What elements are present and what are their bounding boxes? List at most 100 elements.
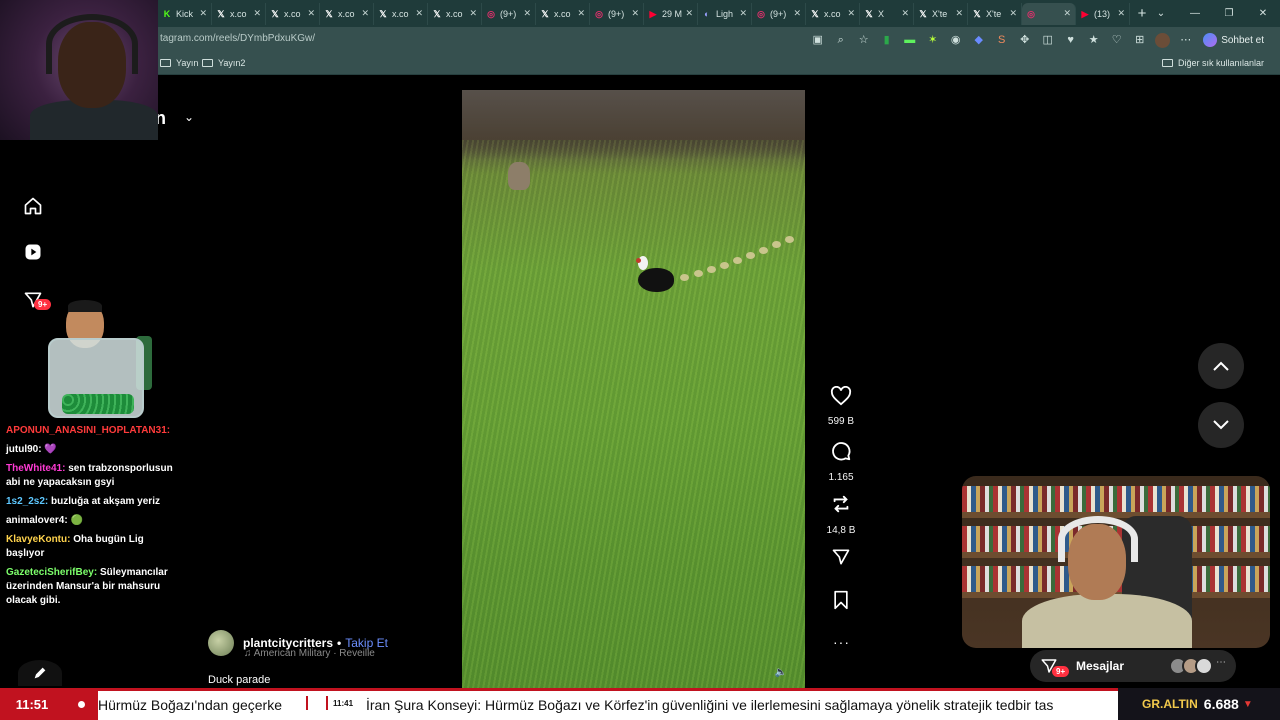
close-tab-icon[interactable]: ✕ — [307, 8, 315, 19]
messages-button[interactable]: 9+ Mesajlar ⋯ — [1030, 650, 1236, 682]
extension-icon[interactable]: ◉ — [948, 33, 963, 48]
ticker-headline: Hürmüz Boğazı'ndan geçerke — [98, 697, 282, 713]
previous-reel-button[interactable] — [1198, 343, 1244, 389]
browser-tab[interactable]: 𝕏x.co ✕ — [806, 2, 860, 25]
bookmark-label: Yayın2 — [218, 58, 246, 68]
close-tab-icon[interactable]: ✕ — [577, 8, 585, 19]
chevron-down-icon[interactable]: ⌄ — [184, 110, 194, 124]
audio-track[interactable]: ♫ American Military · Reveille — [244, 648, 375, 659]
like-button[interactable]: 599 B — [826, 385, 856, 427]
repost-button[interactable]: 14,8 B — [826, 493, 856, 536]
minimize-button[interactable]: — — [1178, 8, 1212, 19]
browser-tab[interactable]: ▶ 29 M ✕ — [644, 2, 698, 25]
browser-tab[interactable]: 𝕏x.co ✕ — [266, 2, 320, 25]
browser-tab[interactable]: 𝕏x.co ✕ — [212, 2, 266, 25]
close-tab-icon[interactable]: ✕ — [631, 8, 639, 19]
browser-tab[interactable]: ◎ (9+) ✕ — [482, 2, 536, 25]
video-grass — [462, 140, 805, 690]
close-tab-icon[interactable]: ✕ — [361, 8, 369, 19]
close-tab-icon[interactable]: ✕ — [739, 8, 747, 19]
close-tab-icon[interactable]: ✕ — [685, 8, 693, 19]
browser-tab[interactable]: K Kick ✕ — [158, 2, 212, 25]
browser-tab[interactable]: 𝕏 X'te ✕ — [968, 2, 1022, 25]
gold-price-box: GR.ALTIN 6.688 ▼ — [1118, 688, 1280, 720]
reels-icon[interactable] — [22, 241, 44, 263]
comment-count: 1.165 — [828, 472, 854, 483]
chat-username[interactable]: KlavyeKontu: — [6, 534, 70, 545]
browser-tab[interactable]: 𝕏x.co ✕ — [428, 2, 482, 25]
extension-icon[interactable]: ◆ — [971, 33, 986, 48]
puzzle-extensions-icon[interactable]: ✥ — [1017, 33, 1032, 48]
maximize-button[interactable]: ❐ — [1212, 8, 1246, 19]
home-icon[interactable] — [22, 195, 44, 217]
favorite-star-icon[interactable]: ☆ — [856, 33, 871, 48]
duckling — [680, 274, 689, 281]
x-icon: 𝕏 — [217, 8, 225, 19]
close-tab-icon[interactable]: ✕ — [793, 8, 801, 19]
other-bookmarks[interactable]: Diğer sık kullanılanlar — [1161, 58, 1264, 68]
close-tab-icon[interactable]: ✕ — [1063, 8, 1071, 19]
tab-search-icon[interactable]: ⌄ — [1144, 8, 1178, 19]
more-menu-icon[interactable]: ⋯ — [1178, 33, 1193, 48]
extension-icon[interactable]: ✶ — [925, 33, 940, 48]
browser-tab[interactable]: ◎ ✕ — [1022, 2, 1076, 25]
browser-tab[interactable]: ◎ (9+) ✕ — [752, 2, 806, 25]
author-avatar[interactable] — [208, 630, 234, 656]
profile-avatar[interactable] — [1155, 32, 1171, 48]
volume-icon[interactable]: 🔈 — [775, 667, 787, 678]
browser-tab[interactable]: ▶ (13) ✕ — [1076, 2, 1130, 25]
like-count: 599 B — [827, 416, 855, 427]
pen-icon[interactable] — [18, 660, 62, 686]
chat-username[interactable]: TheWhite41: — [6, 463, 65, 474]
extension-icon[interactable]: ▮ — [879, 33, 894, 48]
reader-mode-icon[interactable]: ▣ — [810, 33, 825, 48]
duckling — [759, 247, 768, 254]
browser-tab[interactable]: ◎ (9+) ✕ — [590, 2, 644, 25]
bookmark-yayin[interactable]: Yayın — [160, 58, 198, 68]
browser-tab[interactable]: ◐ Ligh ✕ — [698, 2, 752, 25]
url-field[interactable]: tagram.com/reels/DYmbPdxuKGw/ — [160, 33, 315, 44]
bookmark-yayin2[interactable]: Yayın2 — [202, 58, 245, 68]
chat-text: buzluğa at akşam yeriz — [51, 496, 160, 507]
extension-icon[interactable]: S — [994, 33, 1009, 48]
chat-username[interactable]: APONUN_ANASINI_HOPLATAN31: — [6, 425, 170, 436]
close-tab-icon[interactable]: ✕ — [901, 8, 909, 19]
reel-video[interactable]: 🔈 — [462, 90, 805, 690]
close-tab-icon[interactable]: ✕ — [469, 8, 477, 19]
favorites-icon[interactable]: ★ — [1086, 33, 1101, 48]
live-dot-icon — [64, 688, 98, 720]
save-button[interactable] — [826, 590, 856, 615]
chat-username[interactable]: jutul90: — [6, 444, 42, 455]
close-tab-icon[interactable]: ✕ — [955, 8, 963, 19]
chat-username[interactable]: GazeteciSherifBey: — [6, 567, 97, 578]
close-tab-icon[interactable]: ✕ — [1117, 8, 1125, 19]
browser-tab[interactable]: 𝕏 X'te ✕ — [914, 2, 968, 25]
browser-essentials-icon[interactable]: ♥ — [1063, 33, 1078, 48]
tab-label: x.co — [284, 8, 301, 19]
browser-tab[interactable]: 𝕏 X ✕ — [860, 2, 914, 25]
close-window-button[interactable]: ✕ — [1246, 8, 1280, 19]
extension-icon[interactable]: ▬ — [902, 33, 917, 48]
close-tab-icon[interactable]: ✕ — [523, 8, 531, 19]
next-reel-button[interactable] — [1198, 402, 1244, 448]
zoom-icon[interactable]: ⌕ — [833, 33, 848, 48]
tab-label: X — [878, 8, 885, 19]
close-tab-icon[interactable]: ✕ — [253, 8, 261, 19]
chat-message: 1s2_2s2: buzluğa at akşam yeriz — [6, 495, 176, 509]
share-button[interactable] — [826, 547, 856, 572]
collections-icon[interactable]: ⊞ — [1132, 33, 1147, 48]
browser-tab[interactable]: 𝕏x.co ✕ — [320, 2, 374, 25]
close-tab-icon[interactable]: ✕ — [1009, 8, 1017, 19]
chat-username[interactable]: 1s2_2s2: — [6, 496, 48, 507]
chat-username[interactable]: animalover4: — [6, 515, 68, 526]
browser-tab[interactable]: 𝕏x.co ✕ — [536, 2, 590, 25]
comment-button[interactable]: 1.165 — [826, 440, 856, 483]
copilot-button[interactable]: Sohbet et — [1203, 33, 1264, 47]
close-tab-icon[interactable]: ✕ — [199, 8, 207, 19]
browser-tab[interactable]: 𝕏x.co ✕ — [374, 2, 428, 25]
close-tab-icon[interactable]: ✕ — [415, 8, 423, 19]
close-tab-icon[interactable]: ✕ — [847, 8, 855, 19]
split-screen-icon[interactable]: ◫ — [1040, 33, 1055, 48]
performance-icon[interactable]: ♡ — [1109, 33, 1124, 48]
more-options-icon[interactable]: ··· — [833, 634, 850, 650]
